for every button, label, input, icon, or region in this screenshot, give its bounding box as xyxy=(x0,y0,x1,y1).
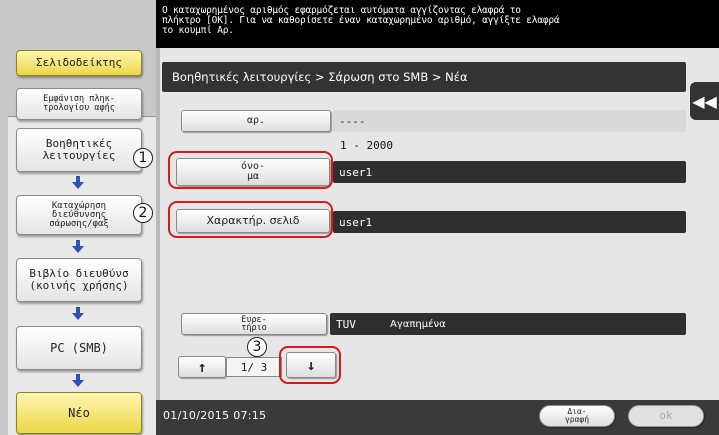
collapse-panel-icon[interactable]: ◀◀ xyxy=(690,82,719,120)
step-new[interactable]: Νέο xyxy=(16,392,142,434)
page-indicator: 1/ 3 xyxy=(226,357,282,377)
callout-number-1: 1 xyxy=(133,148,153,168)
callout-ring-page-down xyxy=(279,346,341,384)
callout-ring-name xyxy=(168,151,333,189)
index-value: TUV Αγαπημένα xyxy=(330,313,686,335)
step-scan-fax-address-registration[interactable]: Καταχώρηση διεύθυνσης σάρωσης/φαξ xyxy=(16,195,142,235)
callout-number-3: 3 xyxy=(247,337,267,357)
step-pc-smb[interactable]: PC (SMB) xyxy=(16,326,142,370)
number-range: 1 - 2000 xyxy=(340,139,393,152)
index-favorite: Αγαπημένα xyxy=(390,318,446,330)
breadcrumb: Βοηθητικές λειτουργίες > Σάρωση στο SMB … xyxy=(162,62,686,92)
index-group: TUV xyxy=(336,317,356,331)
number-value: ---- xyxy=(333,110,686,132)
step-arrow-icon xyxy=(72,374,84,388)
delete-button[interactable]: Δια- γραφή xyxy=(539,405,615,427)
datetime: 01/10/2015 07:15 xyxy=(163,409,267,422)
callout-ring-character xyxy=(168,201,333,238)
step-arrow-icon xyxy=(72,176,84,190)
callout-number-2: 2 xyxy=(133,203,153,223)
name-value: user1 xyxy=(333,161,686,183)
ok-button[interactable]: ok xyxy=(628,405,704,427)
step-arrow-icon xyxy=(72,240,84,254)
bookmark-button[interactable]: Σελιδοδείκτης xyxy=(16,50,142,76)
instruction-message: Ο καταχωρημένος αριθμός εφαρμόζεται αυτό… xyxy=(156,0,719,48)
step-utility[interactable]: Βοηθητικές λειτουργίες xyxy=(16,128,142,172)
character-value: user1 xyxy=(333,211,686,233)
step-address-book[interactable]: Βιβλίο διευθύνσ (κοινής χρήσης) xyxy=(16,258,142,302)
step-arrow-icon xyxy=(72,307,84,321)
page-up-button[interactable]: ↑ xyxy=(178,356,226,378)
numeric-keypad-button[interactable]: Εμφάνιση πληκ- τρολογίου αφής xyxy=(16,88,142,120)
number-button[interactable]: αρ. xyxy=(181,110,331,132)
index-button[interactable]: Ευρε- τήριο xyxy=(181,313,327,335)
